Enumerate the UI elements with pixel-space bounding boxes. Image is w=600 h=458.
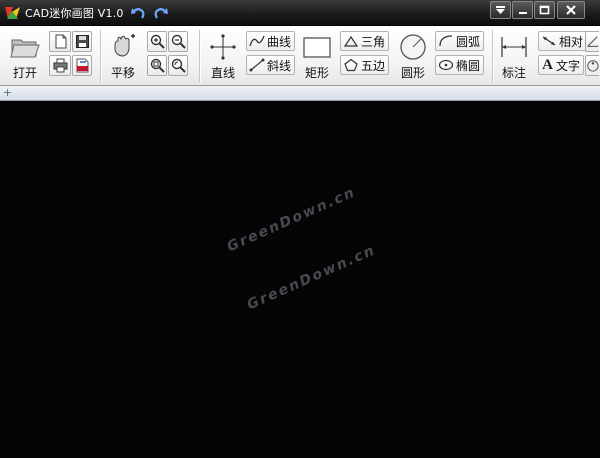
dimension-tool-button[interactable]: 标注 xyxy=(498,30,530,82)
triangle-tool-button[interactable]: 三角 xyxy=(340,31,390,51)
hand-pan-icon xyxy=(114,34,135,57)
color-tool-button[interactable] xyxy=(585,55,599,76)
circle-tool-button[interactable]: 圆形 xyxy=(396,30,430,82)
triangle-icon xyxy=(343,35,359,47)
relative-label: 相对 xyxy=(559,34,584,49)
separator xyxy=(100,30,101,82)
zoom-fit-button[interactable] xyxy=(147,55,167,76)
triangle-label: 三角 xyxy=(361,34,386,49)
add-tab-icon[interactable]: + xyxy=(2,87,13,98)
minimize-icon xyxy=(518,12,527,14)
print-button[interactable] xyxy=(49,55,71,76)
new-file-icon xyxy=(55,34,66,49)
circle-icon xyxy=(400,34,426,60)
watermark-text: GreenDown.cn xyxy=(224,184,359,256)
zoom-previous-button[interactable] xyxy=(168,55,188,76)
diagonal-line-icon xyxy=(249,58,265,72)
zoom-out-icon xyxy=(171,34,186,49)
relative-dimension-button[interactable]: 相对 xyxy=(538,31,588,51)
ellipse-tool-button[interactable]: 椭圆 xyxy=(435,55,485,75)
rectangle-label: 矩形 xyxy=(304,66,329,80)
text-label: 文字 xyxy=(556,58,581,73)
document-tab-strip: + xyxy=(0,86,600,101)
new-file-button[interactable] xyxy=(49,31,71,52)
rectangle-icon xyxy=(303,37,331,58)
curve-icon xyxy=(249,35,265,47)
curve-label: 曲线 xyxy=(267,34,292,49)
ellipse-icon xyxy=(438,59,454,71)
maximize-button[interactable] xyxy=(534,1,555,19)
dimension-icon xyxy=(501,37,527,57)
watermark-text: GreenDown.cn xyxy=(244,242,379,314)
open-label: 打开 xyxy=(12,66,37,80)
zoom-in-icon xyxy=(150,34,165,49)
close-button[interactable] xyxy=(557,1,585,19)
title-bar: CAD迷你画图 V1.0 xyxy=(0,0,600,26)
redo-icon[interactable] xyxy=(153,5,169,21)
line-tool-button[interactable]: 直线 xyxy=(207,30,239,82)
pan-button[interactable]: 平移 xyxy=(107,30,139,82)
minimize-button[interactable] xyxy=(512,1,533,19)
angle-tool-button[interactable] xyxy=(585,31,599,52)
palette-icon xyxy=(587,60,599,72)
folder-open-icon xyxy=(10,39,40,58)
app-logo-icon xyxy=(5,7,20,19)
dimension-label: 标注 xyxy=(501,66,526,80)
undo-icon[interactable] xyxy=(130,5,146,21)
save-icon xyxy=(75,35,89,48)
close-icon xyxy=(566,5,576,15)
export-pdf-button[interactable] xyxy=(72,55,92,76)
printer-icon xyxy=(53,58,67,73)
angle-icon xyxy=(587,36,599,47)
zoom-in-button[interactable] xyxy=(147,31,167,52)
separator xyxy=(492,30,493,82)
drawing-canvas[interactable]: GreenDown.cn GreenDown.cn xyxy=(0,101,600,458)
circle-label: 圆形 xyxy=(400,66,425,80)
chevron-down-icon xyxy=(496,5,505,14)
pentagon-icon xyxy=(344,58,358,72)
menu-dropdown-button[interactable] xyxy=(490,1,511,19)
open-button[interactable]: 打开 xyxy=(8,30,42,82)
separator xyxy=(199,30,200,82)
crosshair-line-icon xyxy=(210,34,236,60)
ribbon-toolbar: 打开 平移 直线 曲线 斜线 矩形 三角 五边 圆形 圆弧 椭圆 标注 相对 A… xyxy=(0,26,600,86)
rectangle-tool-button[interactable]: 矩形 xyxy=(298,30,336,82)
curve-tool-button[interactable]: 曲线 xyxy=(246,31,296,51)
arc-tool-button[interactable]: 圆弧 xyxy=(435,31,485,51)
zoom-refresh-icon xyxy=(171,58,186,73)
oblique-label: 斜线 xyxy=(267,58,292,73)
pentagon-tool-button[interactable]: 五边 xyxy=(340,55,390,75)
pentagon-label: 五边 xyxy=(361,58,386,73)
pan-label: 平移 xyxy=(110,66,135,80)
oblique-line-tool-button[interactable]: 斜线 xyxy=(246,55,296,75)
save-button[interactable] xyxy=(72,31,92,52)
pdf-icon xyxy=(76,58,88,73)
zoom-out-button[interactable] xyxy=(168,31,188,52)
ellipse-label: 椭圆 xyxy=(456,58,481,73)
maximize-icon xyxy=(539,5,550,15)
arc-icon xyxy=(439,35,453,47)
line-label: 直线 xyxy=(210,66,235,80)
window-title: CAD迷你画图 V1.0 xyxy=(25,7,124,20)
zoom-extents-icon xyxy=(150,58,165,73)
text-tool-button[interactable]: A 文字 xyxy=(538,55,585,75)
text-icon: A xyxy=(542,57,553,73)
arc-label: 圆弧 xyxy=(456,34,481,49)
relative-dimension-icon xyxy=(542,36,556,46)
